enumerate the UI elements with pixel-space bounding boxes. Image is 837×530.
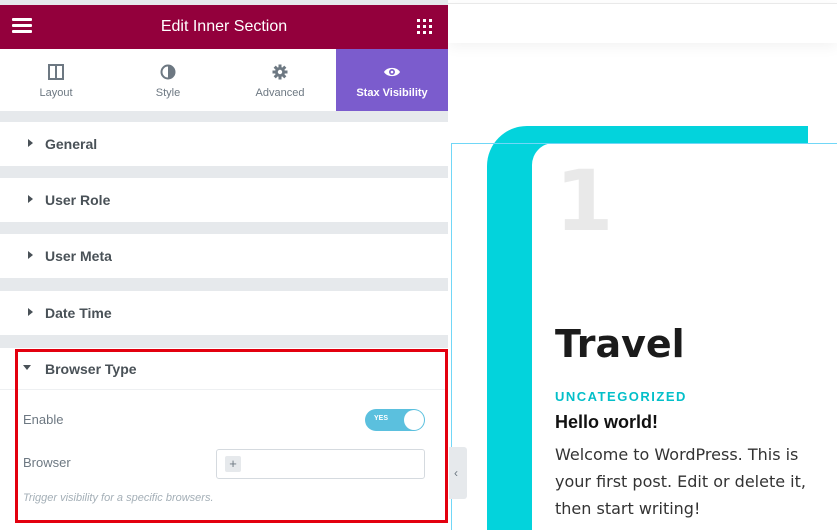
tab-stax-visibility[interactable]: Stax Visibility bbox=[336, 49, 448, 111]
caret-down-icon bbox=[23, 365, 31, 370]
caret-right-icon bbox=[28, 195, 33, 203]
columns-icon bbox=[0, 63, 112, 81]
section-general[interactable]: General bbox=[0, 122, 448, 166]
toggle-knob bbox=[404, 410, 424, 430]
half-circle-icon bbox=[112, 63, 224, 81]
section-user-role-label: User Role bbox=[45, 192, 111, 208]
browser-select-input[interactable]: + bbox=[216, 449, 425, 479]
tab-style[interactable]: Style bbox=[112, 49, 224, 111]
caret-right-icon bbox=[28, 308, 33, 316]
post-title-link[interactable]: Hello world! bbox=[555, 412, 658, 433]
section-browser-type-header[interactable]: Browser Type bbox=[0, 348, 448, 390]
add-icon: + bbox=[225, 456, 241, 472]
tab-advanced[interactable]: Advanced bbox=[224, 49, 336, 111]
tab-stax-visibility-label: Stax Visibility bbox=[356, 87, 428, 99]
post-excerpt: Welcome to WordPress. This is your first… bbox=[555, 445, 806, 518]
category-tag-link[interactable]: UNCATEGORIZED bbox=[555, 389, 687, 404]
section-user-meta-label: User Meta bbox=[45, 248, 112, 264]
section-user-meta[interactable]: User Meta bbox=[0, 234, 448, 278]
tab-advanced-label: Advanced bbox=[255, 87, 305, 99]
tab-layout-label: Layout bbox=[39, 87, 73, 99]
panel-header: Edit Inner Section bbox=[0, 5, 448, 49]
collapse-panel-button[interactable]: ‹ bbox=[449, 447, 467, 499]
toggle-yes-text: YES bbox=[374, 415, 389, 422]
section-user-role[interactable]: User Role bbox=[0, 178, 448, 222]
category-title: Travel bbox=[555, 322, 685, 366]
section-browser-type-label: Browser Type bbox=[45, 361, 137, 377]
section-date-time-label: Date Time bbox=[45, 305, 112, 321]
browser-hint-text: Trigger visibility for a specific browse… bbox=[23, 492, 214, 504]
panel-tabs: Layout Style Advanced Stax Visibility bbox=[0, 49, 448, 111]
section-general-label: General bbox=[45, 136, 98, 152]
section-date-time[interactable]: Date Time bbox=[0, 291, 448, 335]
chevron-left-icon: ‹ bbox=[454, 466, 458, 480]
browser-label: Browser bbox=[23, 455, 71, 470]
caret-right-icon bbox=[28, 139, 33, 147]
card-number: 1 bbox=[555, 152, 614, 250]
caret-right-icon bbox=[28, 251, 33, 259]
enable-toggle[interactable]: YES bbox=[365, 409, 425, 431]
tab-layout[interactable]: Layout bbox=[0, 49, 112, 111]
preview-header-bar bbox=[448, 3, 837, 43]
eye-icon bbox=[336, 63, 448, 81]
enable-label: Enable bbox=[23, 412, 64, 427]
panel-title: Edit Inner Section bbox=[160, 18, 288, 35]
gear-icon bbox=[224, 63, 336, 81]
tab-style-label: Style bbox=[155, 87, 181, 99]
widgets-grid-icon[interactable] bbox=[417, 19, 432, 34]
